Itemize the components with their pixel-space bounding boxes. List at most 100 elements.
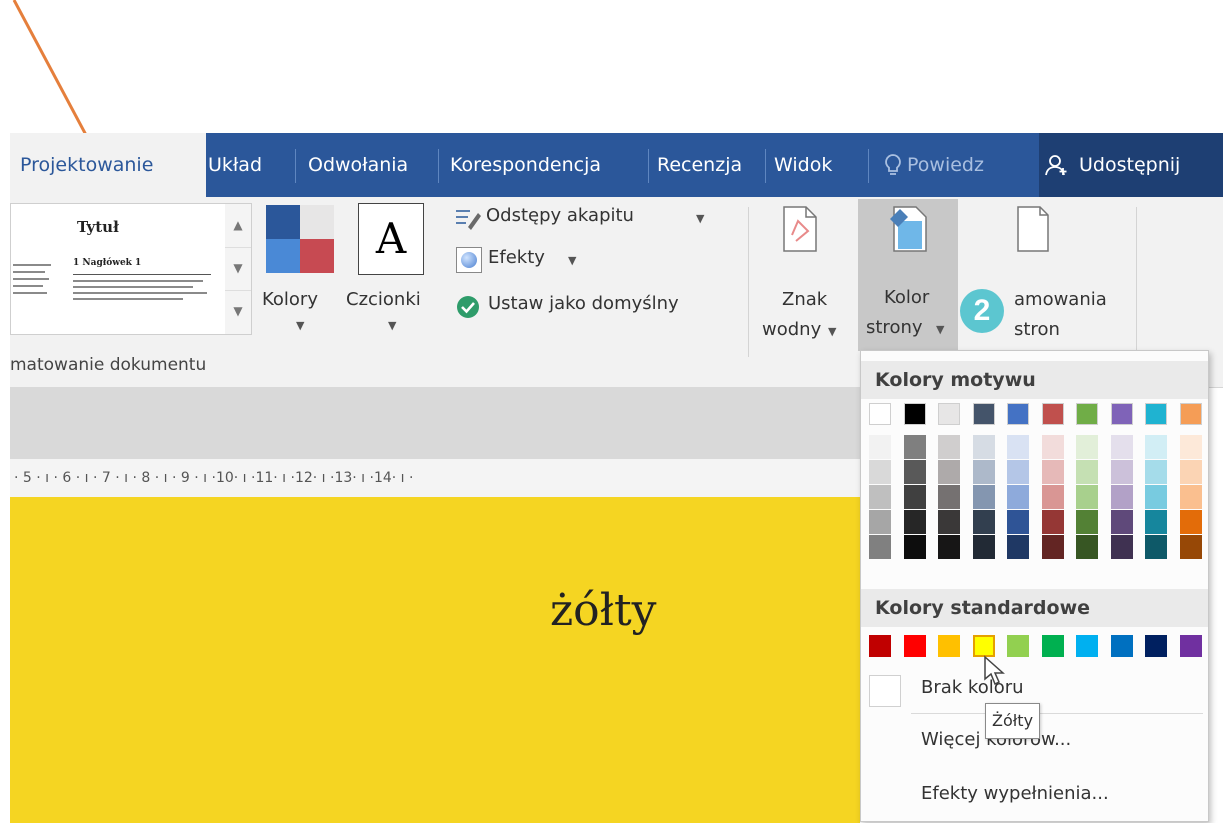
theme-color-shade-swatch[interactable] (1042, 485, 1064, 509)
standard-color-swatch[interactable] (938, 635, 960, 657)
page-color-button[interactable]: Kolor strony ▼ (858, 199, 958, 351)
theme-color-swatch[interactable] (938, 403, 960, 425)
theme-color-shade-swatch[interactable] (1111, 510, 1133, 534)
gallery-scroll-up-icon[interactable]: ▲ (225, 204, 251, 248)
theme-color-shade-swatch[interactable] (1145, 510, 1167, 534)
theme-color-swatch[interactable] (1145, 403, 1167, 425)
page-borders-button[interactable]: amowania stron (962, 201, 1132, 361)
theme-color-shade-swatch[interactable] (938, 485, 960, 509)
theme-color-shade-swatch[interactable] (973, 535, 995, 559)
theme-color-shade-swatch[interactable] (1180, 510, 1202, 534)
theme-color-shade-swatch[interactable] (1111, 485, 1133, 509)
theme-color-shade-swatch[interactable] (1007, 460, 1029, 484)
theme-color-shade-swatch[interactable] (938, 510, 960, 534)
chevron-down-icon: ▼ (296, 319, 305, 332)
theme-colors-icon (266, 205, 334, 273)
lightbulb-icon (885, 153, 901, 175)
standard-color-swatch[interactable] (1042, 635, 1064, 657)
standard-color-swatch[interactable] (973, 635, 995, 657)
watermark-button[interactable]: Znak wodny ▼ (756, 201, 852, 361)
style-set-gallery[interactable]: Tytuł 1 Nagłówek 1 (10, 203, 227, 335)
tab-projektowanie[interactable]: Projektowanie (10, 133, 206, 197)
theme-color-shade-swatch[interactable] (1042, 510, 1064, 534)
theme-color-shade-swatch[interactable] (973, 435, 995, 459)
theme-color-shade-swatch[interactable] (973, 510, 995, 534)
tab-widok[interactable]: Widok (774, 133, 832, 197)
theme-color-shade-swatch[interactable] (1007, 510, 1029, 534)
theme-color-shade-swatch[interactable] (904, 510, 926, 534)
theme-color-shade-swatch[interactable] (1180, 435, 1202, 459)
theme-color-shade-swatch[interactable] (869, 510, 891, 534)
theme-color-shade-swatch[interactable] (1111, 460, 1133, 484)
fill-effects-option[interactable]: Efekty wypełnienia... (865, 775, 1204, 815)
standard-color-swatch[interactable] (904, 635, 926, 657)
color-tooltip: Żółty (985, 703, 1041, 739)
theme-color-shade-swatch[interactable] (1145, 485, 1167, 509)
theme-color-swatch[interactable] (1076, 403, 1098, 425)
theme-color-shade-swatch[interactable] (869, 485, 891, 509)
gallery-title-sample: Tytuł (77, 218, 119, 236)
standard-color-swatch[interactable] (1180, 635, 1202, 657)
tab-recenzja[interactable]: Recenzja (657, 133, 742, 197)
tab-korespondencja[interactable]: Korespondencja (450, 133, 601, 197)
theme-color-shade-swatch[interactable] (1007, 485, 1029, 509)
theme-color-shade-swatch[interactable] (1145, 460, 1167, 484)
theme-color-swatch[interactable] (1111, 403, 1133, 425)
theme-color-shade-swatch[interactable] (1076, 435, 1098, 459)
theme-color-shade-swatch[interactable] (1145, 535, 1167, 559)
theme-color-shade-swatch[interactable] (1180, 460, 1202, 484)
theme-color-shade-swatch[interactable] (973, 460, 995, 484)
theme-color-shade-swatch[interactable] (869, 535, 891, 559)
theme-color-shade-swatch[interactable] (904, 435, 926, 459)
theme-color-shade-swatch[interactable] (904, 460, 926, 484)
standard-color-swatch[interactable] (1007, 635, 1029, 657)
share-button[interactable]: Udostępnij (1039, 133, 1223, 197)
theme-color-shade-swatch[interactable] (1076, 535, 1098, 559)
theme-color-swatch[interactable] (1042, 403, 1064, 425)
tab-uklad[interactable]: Układ (208, 133, 262, 197)
standard-color-swatch[interactable] (869, 635, 891, 657)
standard-color-swatch[interactable] (1076, 635, 1098, 657)
page-color-dropdown: Kolory motywu Kolory standardowe Brak ko… (860, 350, 1209, 822)
person-icon (1045, 155, 1067, 176)
gallery-scroll: ▲ ▼ ▼ (225, 203, 252, 335)
theme-color-shade-swatch[interactable] (938, 535, 960, 559)
theme-color-shade-swatch[interactable] (869, 435, 891, 459)
theme-color-swatch[interactable] (904, 403, 926, 425)
theme-color-shade-swatch[interactable] (1111, 435, 1133, 459)
theme-color-shade-swatch[interactable] (1042, 435, 1064, 459)
theme-color-shade-swatch[interactable] (1111, 535, 1133, 559)
theme-color-swatch[interactable] (1007, 403, 1029, 425)
theme-color-shade-swatch[interactable] (938, 460, 960, 484)
theme-color-shade-swatch[interactable] (1007, 535, 1029, 559)
standard-color-swatch[interactable] (1111, 635, 1133, 657)
theme-colors-button[interactable]: Kolory ▼ (262, 201, 346, 332)
theme-color-shade-swatch[interactable] (938, 435, 960, 459)
checkmark-icon (457, 296, 479, 318)
theme-color-shade-swatch[interactable] (1007, 435, 1029, 459)
theme-color-shade-swatch[interactable] (1145, 435, 1167, 459)
theme-color-shade-swatch[interactable] (869, 460, 891, 484)
theme-color-shade-swatch[interactable] (973, 485, 995, 509)
theme-color-swatch[interactable] (1180, 403, 1202, 425)
theme-color-shade-swatch[interactable] (1076, 460, 1098, 484)
theme-color-shade-swatch[interactable] (1042, 460, 1064, 484)
gallery-more-icon[interactable]: ▼ (225, 290, 251, 333)
theme-color-swatch[interactable] (869, 403, 891, 425)
tell-me-search[interactable]: Powiedz (883, 133, 984, 197)
fonts-icon: A (358, 203, 424, 275)
theme-color-swatch[interactable] (973, 403, 995, 425)
tab-odwolania[interactable]: Odwołania (308, 133, 408, 197)
document-page[interactable]: żółty (10, 497, 860, 823)
theme-color-shade-swatch[interactable] (1180, 485, 1202, 509)
gallery-scroll-down-icon[interactable]: ▼ (225, 247, 251, 291)
standard-color-swatch[interactable] (1145, 635, 1167, 657)
horizontal-ruler[interactable]: · 5 · ı · 6 · ı · 7 · ı · 8 · ı · 9 · ı … (10, 459, 860, 497)
theme-color-shade-swatch[interactable] (904, 485, 926, 509)
theme-color-shade-swatch[interactable] (1076, 510, 1098, 534)
theme-color-shade-swatch[interactable] (1042, 535, 1064, 559)
theme-color-shade-swatch[interactable] (904, 535, 926, 559)
theme-color-shade-swatch[interactable] (1180, 535, 1202, 559)
theme-color-shade-swatch[interactable] (1076, 485, 1098, 509)
theme-fonts-button[interactable]: A Czcionki ▼ (346, 201, 438, 332)
